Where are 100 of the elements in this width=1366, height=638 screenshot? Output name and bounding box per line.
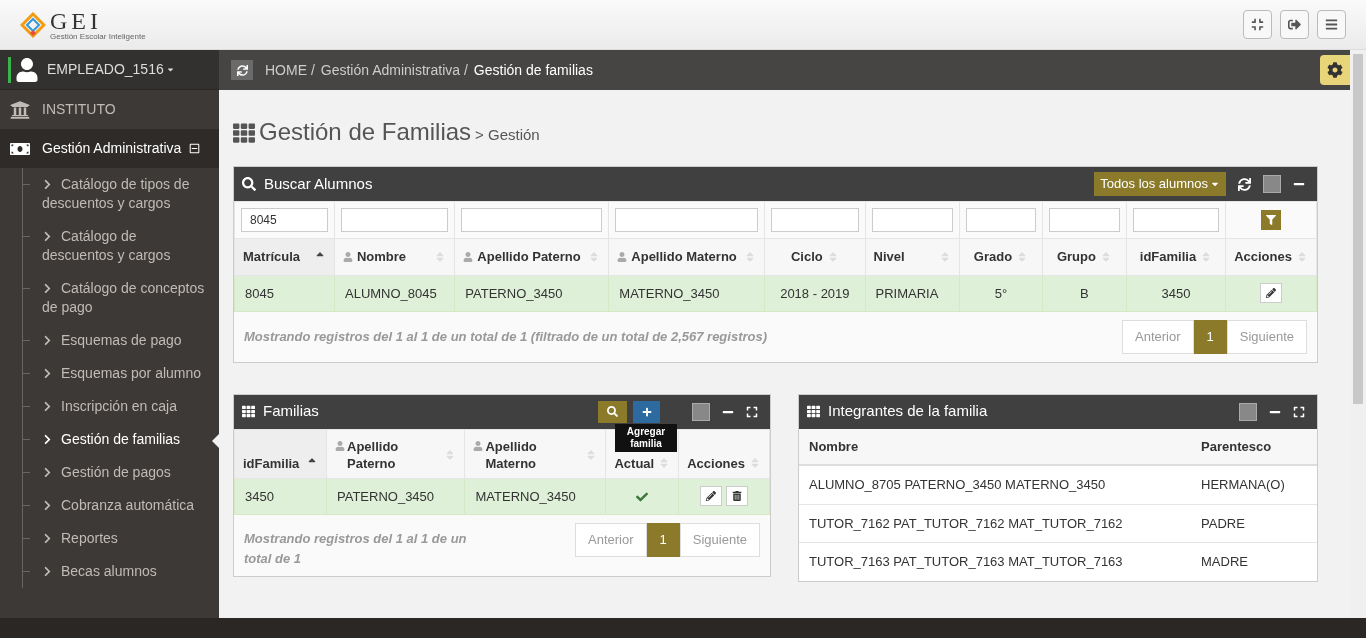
page-subtitle: > Gestión: [475, 124, 540, 145]
chevron-icon: [42, 499, 53, 511]
color-toggle-icon[interactable]: [692, 402, 710, 421]
page-button[interactable]: 1: [1193, 320, 1227, 354]
refresh-icon[interactable]: [1238, 177, 1251, 191]
delete-button[interactable]: [726, 486, 749, 507]
chevron-icon: [42, 367, 53, 379]
logo-icon: [20, 11, 46, 38]
fullscreen-button[interactable]: [1243, 10, 1272, 39]
filter-dropdown-button[interactable]: Todos los alumnos: [1094, 172, 1226, 196]
filter-field[interactable]: [965, 208, 1037, 232]
sidebar-subitem[interactable]: Esquemas de pago: [42, 331, 182, 350]
add-button[interactable]: [633, 400, 660, 423]
column-header[interactable]: Nivel: [873, 247, 905, 267]
person-icon: [617, 251, 628, 262]
table-cell: 3450: [234, 478, 327, 515]
panel-title: Familias: [263, 401, 319, 422]
column-header[interactable]: Ciclo: [790, 247, 823, 267]
sidebar-label: INSTITUTO: [42, 100, 116, 119]
sidebar-subitem[interactable]: Becas alumnos: [42, 562, 157, 581]
filter-field[interactable]: [1049, 208, 1120, 232]
color-toggle-icon[interactable]: [1263, 175, 1281, 193]
table-icon: [233, 122, 255, 144]
page-button[interactable]: 1: [646, 523, 680, 557]
pencil-icon[interactable]: [1266, 288, 1277, 298]
refresh-button[interactable]: [231, 60, 253, 80]
collapse-icon: [189, 143, 201, 154]
logout-icon[interactable]: [1288, 18, 1301, 31]
sidebar-subitem[interactable]: Inscripción en caja: [42, 397, 177, 416]
sidebar-subitem[interactable]: Catálogo de conceptos de pago: [42, 279, 211, 317]
table-cell: PRIMARIA: [865, 275, 960, 312]
edit-button[interactable]: [700, 486, 723, 507]
refresh-icon[interactable]: [236, 64, 248, 76]
table-cell: PATERNO_3450: [454, 275, 609, 312]
filter-field[interactable]: [771, 208, 859, 232]
breadcrumb-item[interactable]: HOME /: [265, 59, 315, 81]
grid-icon: [242, 405, 255, 418]
panel-title: Buscar Alumnos: [264, 173, 373, 194]
table-cell: 2018 - 2019: [764, 275, 865, 312]
table-row[interactable]: 8045 ALUMNO_8045 PATERNO_3450 MATERNO_3450 2018 - 2019 PRIMARIA 5° B 3450: [234, 275, 1317, 312]
table-cell: 8045: [234, 275, 335, 312]
filter-field[interactable]: [461, 208, 603, 232]
settings-button[interactable]: [1320, 55, 1350, 85]
table-row[interactable]: 3450 PATERNO_3450 MATERNO_3450: [234, 478, 770, 515]
panel-title: Integrantes de la familia: [828, 401, 988, 422]
table-cell: MATERNO_3450: [608, 275, 765, 312]
fullscreen-icon[interactable]: [746, 405, 758, 418]
table-cell: ALUMNO_8705 PATERNO_3450 MATERNO_3450: [799, 465, 1191, 504]
search-icon[interactable]: [607, 406, 618, 417]
user-avatar-icon: [15, 57, 39, 82]
funnel-icon[interactable]: [1266, 214, 1277, 225]
chevron-icon: [42, 178, 53, 190]
filter-button[interactable]: [1261, 209, 1282, 230]
chevron-icon: [42, 433, 53, 445]
color-toggle-icon[interactable]: [1239, 402, 1257, 421]
chevron-icon: [42, 230, 53, 242]
person-icon: [343, 251, 353, 262]
table-cell: 5°: [959, 275, 1043, 312]
table-cell: 3450: [1126, 275, 1226, 312]
sidebar-subitem[interactable]: Esquemas por alumno: [42, 364, 202, 383]
chevron-icon: [42, 565, 53, 577]
filter-field[interactable]: [871, 208, 953, 232]
person-icon: [335, 440, 345, 451]
collapse-arrows-icon[interactable]: [1251, 18, 1264, 31]
pencil-icon[interactable]: [706, 491, 717, 502]
active-indicator: [212, 434, 219, 448]
sidebar-subitem[interactable]: Gestión de familias: [42, 430, 181, 449]
logout-button[interactable]: [1280, 10, 1309, 39]
table-cell: PADRE: [1191, 504, 1317, 543]
sidebar-subitem[interactable]: Reportes: [42, 529, 118, 548]
person-icon: [473, 440, 484, 451]
menu-icon[interactable]: [1325, 18, 1338, 31]
filter-field[interactable]: [615, 208, 759, 232]
table-cell: HERMANA(O): [1191, 465, 1317, 504]
plus-icon[interactable]: [641, 406, 652, 417]
search-icon: [242, 177, 256, 191]
institution-icon: [10, 99, 30, 120]
sidebar-label: Gestión Administrativa: [42, 139, 182, 158]
chevron-icon: [42, 334, 53, 346]
menu-button[interactable]: [1317, 10, 1346, 39]
sidebar-item[interactable]: Gestión Administrativa: [0, 129, 219, 168]
filter-field[interactable]: [1132, 208, 1220, 232]
table-info: Mostrando registros del 1 al 1 de un total de 1: [244, 530, 468, 568]
filter-field[interactable]: 8045: [241, 208, 328, 232]
search-button[interactable]: [598, 400, 627, 423]
sidebar-subitem[interactable]: Gestión de pagos: [42, 463, 171, 482]
fullscreen-icon[interactable]: [1293, 405, 1305, 418]
sidebar-item[interactable]: INSTITUTO: [0, 90, 219, 129]
edit-button[interactable]: [1260, 283, 1283, 303]
column-header[interactable]: Actual: [614, 454, 655, 472]
gear-icon[interactable]: [1327, 62, 1343, 78]
sidebar-subitem[interactable]: Cobranza automática: [42, 496, 195, 515]
sidebar-subitem[interactable]: Catálogo de descuentos y cargos: [42, 227, 211, 265]
filter-field[interactable]: [341, 208, 449, 232]
trash-icon[interactable]: [732, 491, 743, 502]
page-title: Gestión de Familias: [259, 117, 472, 147]
sidebar-subitem[interactable]: Catálogo de tipos de descuentos y cargos: [42, 175, 211, 213]
chevron-icon: [42, 532, 53, 544]
breadcrumb-item[interactable]: Gestión Administrativa /: [320, 59, 468, 81]
table-info: Mostrando registros del 1 al 1 de un total de 1 (filtrado de un total de 2,567 registros): [244, 328, 768, 346]
